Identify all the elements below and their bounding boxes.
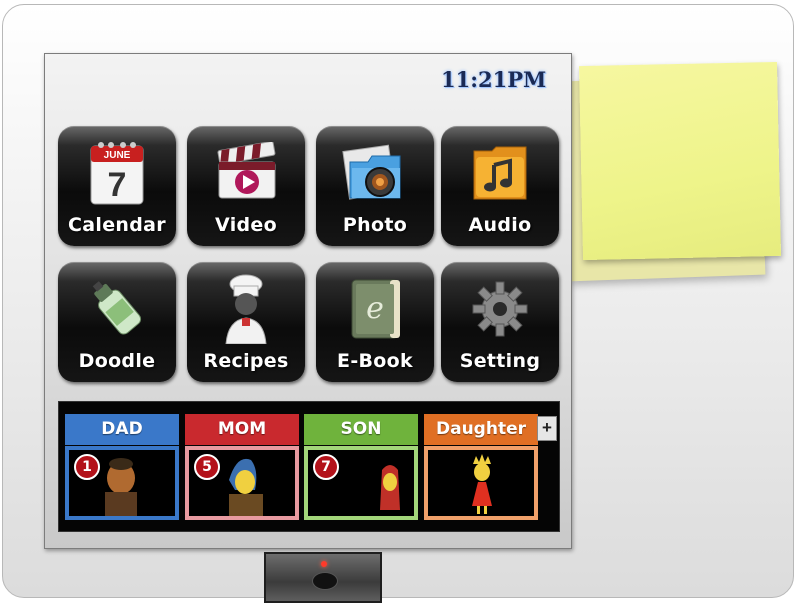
calendar-icon: JUNE 7 [58,136,176,210]
clock: 11:21PM [441,67,547,92]
member-dad[interactable]: DAD 1 [65,414,179,522]
app-setting[interactable]: Setting [441,262,559,382]
son-avatar: 7 [304,446,418,520]
audio-folder-icon [441,136,559,210]
tablet-stand [264,552,382,603]
chef-icon [187,272,305,346]
video-clapper-icon [187,136,305,210]
glue-bottle-icon [58,272,176,346]
app-recipes[interactable]: Recipes [187,262,305,382]
member-name: SON [304,414,418,445]
app-label: E-Book [337,350,413,372]
app-label: Photo [342,214,408,236]
member-name: Daughter [424,414,538,445]
power-led-icon [321,561,327,567]
notification-badge: 5 [194,454,220,480]
daughter-avatar [424,446,538,520]
app-label: Doodle [78,350,156,372]
member-name: DAD [65,414,179,445]
calendar-day: 7 [108,166,127,204]
add-member-button[interactable]: + [537,416,557,441]
app-label: Setting [459,350,541,372]
notification-badge: 7 [313,454,339,480]
app-doodle[interactable]: Doodle [58,262,176,382]
app-label: Recipes [203,350,289,372]
app-label: Audio [468,214,532,236]
calendar-month: JUNE [104,150,131,161]
member-son[interactable]: SON 7 [304,414,418,522]
app-photo[interactable]: Photo [316,126,434,246]
family-bar: DAD 1 MOM 5 SON 7 Daughter + [58,401,560,532]
app-ebook[interactable]: e E-Book [316,262,434,382]
app-label: Video [215,214,277,236]
ebook-icon: e [316,272,434,346]
app-label: Calendar [68,214,166,236]
ebook-glyph: e [366,291,384,326]
app-video[interactable]: Video [187,126,305,246]
app-calendar[interactable]: JUNE 7 Calendar [58,126,176,246]
notification-badge: 1 [74,454,100,480]
member-daughter[interactable]: Daughter [424,414,538,522]
photo-folder-icon [316,136,434,210]
app-audio[interactable]: Audio [441,126,559,246]
mom-avatar: 5 [185,446,299,520]
sticky-note[interactable] [578,61,782,261]
member-name: MOM [185,414,299,445]
gear-icon [441,272,559,346]
member-mom[interactable]: MOM 5 [185,414,299,522]
camera-icon [312,572,338,590]
dad-avatar: 1 [65,446,179,520]
